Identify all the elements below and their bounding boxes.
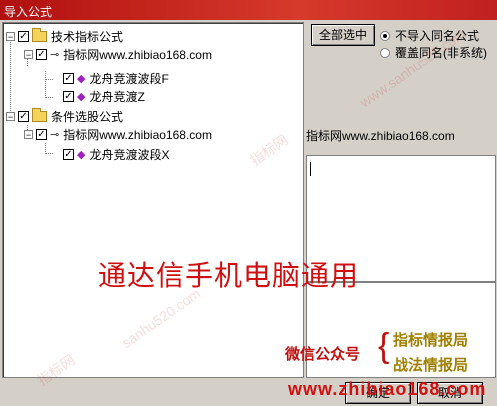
tree-item-label: 龙舟竞渡Z [89,89,145,104]
tree-item[interactable]: ✓ ◆ 龙舟竞渡Z [63,87,145,105]
wechat-account-1: 指标情报局 [393,332,469,349]
tree-group-label: 技术指标公式 [51,29,124,44]
brace-icon: { [378,327,390,365]
tree-item-label: 龙舟竞渡波段X [89,147,170,162]
checkbox[interactable]: ✓ [63,72,74,84]
wechat-label: 微信公众号 [285,346,361,363]
folder-icon [32,107,47,122]
checkbox[interactable]: ✓ [18,110,29,122]
window-title: 导入公式 [4,5,53,19]
tree-item[interactable]: ✓ ◆ 龙舟竞渡波段F [63,69,169,87]
promo-url: www.zhibiao168.com [288,379,487,399]
collapse-icon[interactable]: − [24,49,33,59]
collapse-icon[interactable]: − [6,31,15,41]
radio-icon[interactable] [380,47,390,58]
select-all-button[interactable]: 全部选中 [311,24,375,46]
tree-source-label: 指标网www.zhibiao168.com [63,47,212,62]
collapse-icon[interactable]: − [24,129,33,139]
wechat-account-2: 战法情报局 [393,357,469,374]
checkbox[interactable]: ✓ [18,30,29,42]
tree-source-select[interactable]: − ✓ ⊸ 指标网www.zhibiao168.com [24,125,212,143]
tree-source-label: 指标网www.zhibiao168.com [63,127,212,142]
title-bar: 导入公式 [0,0,497,20]
checkbox[interactable]: ✓ [36,128,47,140]
tree-item[interactable]: ✓ ◆ 龙舟竞渡波段X [63,145,169,163]
radio-icon[interactable] [380,30,390,41]
promo-headline: 通达信手机电脑通用 [98,260,360,291]
formula-icon: ◆ [77,90,86,103]
formula-icon: ◆ [77,148,86,161]
tree-group-label: 条件选股公式 [51,109,124,124]
checkbox[interactable]: ✓ [63,90,74,102]
folder-icon [32,27,47,42]
tree-group-tech[interactable]: − ✓ 技术指标公式 [6,27,123,45]
tree-item-label: 龙舟竞渡波段F [89,71,169,86]
text-cursor [310,162,311,176]
tree-group-select[interactable]: − ✓ 条件选股公式 [6,107,123,125]
key-icon: ⊸ [50,128,60,141]
tree-source-tech[interactable]: − ✓ ⊸ 指标网www.zhibiao168.com [24,45,212,63]
checkbox[interactable]: ✓ [63,148,74,160]
collapse-icon[interactable]: − [6,111,15,121]
checkbox[interactable]: ✓ [36,48,47,60]
formula-name-label: 指标网www.zhibiao168.com [306,129,455,143]
key-icon: ⊸ [50,48,60,61]
formula-icon: ◆ [77,72,86,85]
